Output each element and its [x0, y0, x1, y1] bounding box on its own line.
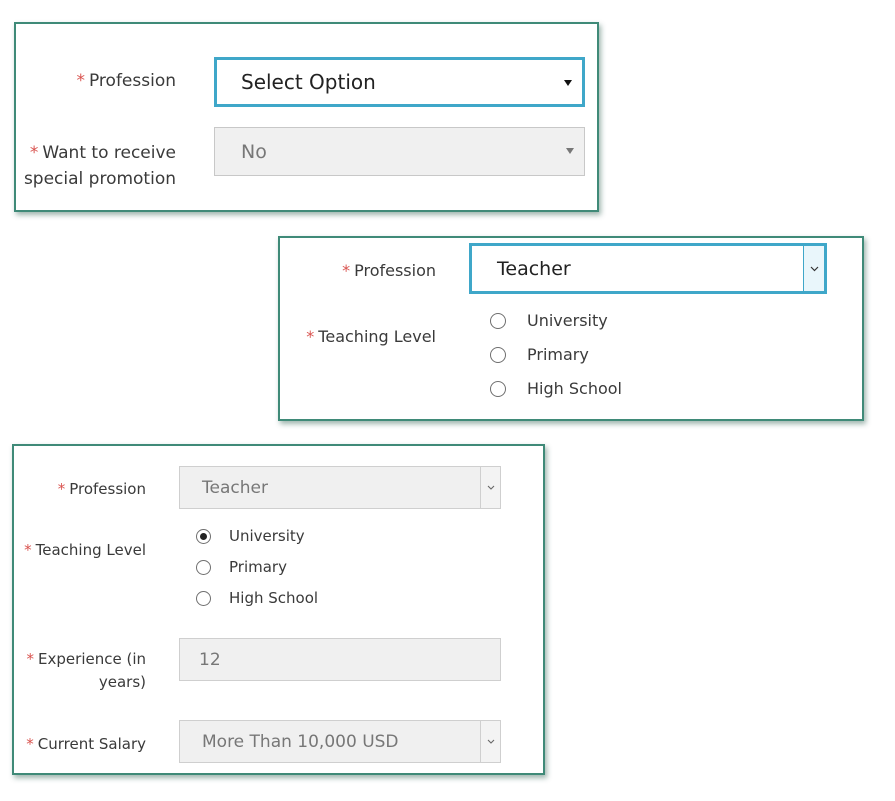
profession-select-value: Select Option	[241, 70, 376, 94]
radio-option-primary[interactable]: Primary	[490, 345, 589, 364]
profession-select[interactable]: Teacher	[179, 466, 501, 509]
radio-option-label: High School	[527, 379, 622, 398]
current-salary-select[interactable]: More Than 10,000 USD	[179, 720, 501, 763]
radio-option-primary[interactable]: Primary	[196, 558, 287, 576]
profession-label: * Profession	[57, 480, 146, 498]
promotion-label: * Want to receive special promotion	[23, 143, 176, 189]
radio-option-label: High School	[229, 589, 319, 607]
radio-button[interactable]	[490, 346, 506, 363]
teaching-level-label: * Teaching Level	[306, 327, 436, 346]
required-marker: *	[24, 541, 32, 559]
radio-option-label: University	[229, 527, 305, 545]
required-marker: *	[26, 650, 35, 668]
required-marker: *	[26, 735, 34, 753]
chevron-down-icon	[487, 739, 494, 744]
radio-option-university[interactable]: University	[196, 527, 305, 545]
triangle-down-icon	[566, 148, 574, 154]
radio-button-checked[interactable]	[196, 528, 211, 544]
profession-form-panel-teacher: * Profession Teacher * Teaching Level Univ…	[278, 236, 864, 421]
profession-select-value: Teacher	[202, 477, 268, 498]
radio-button[interactable]	[196, 590, 211, 606]
teaching-level-label: * Teaching Level	[24, 541, 146, 559]
radio-button[interactable]	[490, 312, 506, 329]
required-marker: *	[342, 261, 351, 280]
radio-option-high-school[interactable]: High School	[490, 379, 622, 398]
profession-select[interactable]: Teacher	[469, 243, 827, 294]
profession-label: * Profession	[76, 71, 176, 91]
promotion-select-value: No	[241, 140, 267, 163]
triangle-down-icon	[564, 80, 572, 86]
experience-label: * Experience (in years)	[26, 650, 146, 691]
experience-input[interactable]: 12	[179, 638, 501, 681]
chevron-down-icon	[810, 266, 818, 271]
required-marker: *	[29, 143, 39, 163]
profession-select[interactable]: Select Option	[214, 57, 585, 107]
current-salary-select-value: More Than 10,000 USD	[202, 731, 399, 752]
radio-option-label: Primary	[229, 558, 287, 576]
radio-option-high-school[interactable]: High School	[196, 589, 318, 607]
profession-form-panel-initial: * Profession Select Option * Want to recei…	[14, 22, 599, 212]
dropdown-toggle-button[interactable]	[803, 246, 824, 291]
required-marker: *	[306, 327, 315, 346]
radio-option-label: University	[527, 311, 608, 330]
dropdown-toggle-button[interactable]	[480, 721, 500, 762]
radio-option-label: Primary	[527, 345, 589, 364]
chevron-down-icon	[487, 485, 494, 490]
profession-label: * Profession	[342, 261, 436, 280]
dropdown-toggle-button[interactable]	[480, 467, 500, 508]
current-salary-label: * Current Salary	[26, 735, 146, 753]
experience-input-value: 12	[199, 649, 221, 670]
profession-form-panel-filled: * Profession Teacher * Teaching Level Univ…	[12, 444, 545, 775]
radio-option-university[interactable]: University	[490, 311, 608, 330]
radio-button[interactable]	[196, 559, 211, 575]
profession-select-value: Teacher	[497, 257, 571, 280]
radio-button[interactable]	[490, 380, 506, 397]
required-marker: *	[57, 480, 66, 498]
required-marker: *	[76, 71, 85, 91]
promotion-select[interactable]: No	[214, 127, 585, 176]
